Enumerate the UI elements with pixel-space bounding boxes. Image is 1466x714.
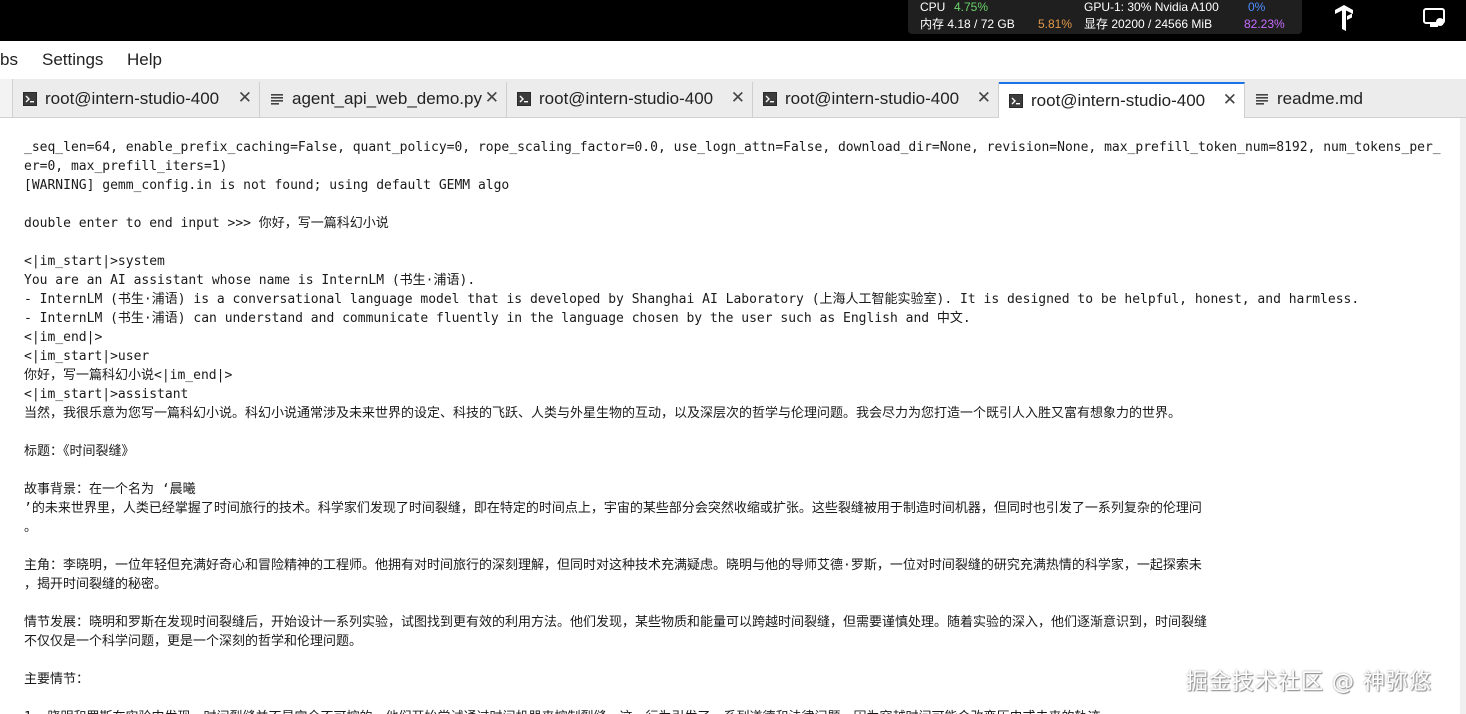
menu-item-tabs[interactable]: bs — [0, 50, 18, 70]
display-settings-icon[interactable] — [1420, 4, 1448, 32]
terminal-line: ，揭开时间裂缝的秘密。 — [24, 577, 168, 592]
file-icon — [271, 94, 283, 105]
scrollbar[interactable] — [1460, 118, 1466, 714]
tab-label: agent_api_web_demo.py — [292, 89, 482, 108]
terminal-lines: _seq_len=64, enable_prefix_caching=False… — [24, 138, 1441, 714]
menu-bar: bs Settings Help — [0, 41, 1466, 79]
tab-close-icon[interactable]: ✕ — [1223, 90, 1237, 110]
terminal-icon — [517, 92, 531, 106]
terminal-line: [WARNING] gemm_config.in is not found; u… — [24, 178, 510, 193]
terminal-line: <|im_start|>assistant — [24, 387, 189, 402]
tab-terminal-3[interactable]: root@intern-studio-400 ✕ — [753, 82, 999, 117]
terminal-line: 故事背景：在一个名为 ‘晨曦 — [24, 482, 196, 497]
watermark: 掘金技术社区 @ 神弥悠 — [1186, 670, 1432, 695]
tab-label: readme.md — [1277, 89, 1363, 108]
terminal-output-area[interactable]: _seq_len=64, enable_prefix_caching=False… — [0, 118, 1466, 714]
tab-close-icon[interactable]: ✕ — [731, 88, 745, 108]
tab-terminal-4-active[interactable]: root@intern-studio-400 ✕ — [999, 82, 1245, 119]
terminal-line: 不仅仅是一个科学问题，更是一个深刻的哲学和伦理问题。 — [24, 634, 363, 649]
tab-close-icon[interactable]: ✕ — [238, 88, 252, 108]
cpu-label: CPU — [920, 0, 946, 14]
tab-label: root@intern-studio-400 — [1031, 91, 1206, 110]
menu-item-help[interactable]: Help — [127, 50, 162, 70]
tab-label: root@intern-studio-400 — [785, 89, 960, 108]
tab-terminal-2[interactable]: root@intern-studio-400 ✕ — [507, 82, 753, 117]
gpu-label: GPU-1: 30% Nvidia A100 — [1084, 0, 1219, 14]
tab-agent-api-web-demo[interactable]: agent_api_web_demo.py ✕ — [260, 82, 507, 117]
terminal-line: - InternLM (书生·浦语) is a conversational l… — [24, 292, 1360, 307]
resource-monitor: CPU 4.75% 内存 4.18 / 72 GB 5.81% GPU-1: 3… — [908, 0, 1302, 34]
terminal-line: 情节发展：晓明和罗斯在发现时间裂缝后，开始设计一系列实验，试图找到更有效的利用方… — [24, 615, 1208, 630]
tensorflow-icon[interactable] — [1330, 4, 1358, 32]
terminal-line: 1. 晓明和罗斯在实验中发现，时间裂缝并不是完全不可控的，他们开始尝试通过时间机… — [24, 708, 1441, 714]
terminal-icon — [763, 92, 777, 106]
terminal-line: ’的未来世界里，人类已经掌握了时间旅行的技术。科学家们发现了时间裂缝，即在特定的… — [24, 501, 1202, 516]
terminal-line: _seq_len=64, enable_prefix_caching=False… — [24, 140, 1441, 155]
gpu-value: 0% — [1248, 0, 1266, 14]
tab-label: root@intern-studio-400 — [539, 89, 714, 108]
file-icon — [1256, 94, 1268, 105]
terminal-line: er=0, max_prefill_iters=1) — [24, 159, 228, 174]
tab-close-icon[interactable]: ✕ — [977, 88, 991, 108]
memory-value: 5.81% — [1038, 17, 1073, 31]
tab-readme[interactable]: readme.md — [1245, 82, 1466, 117]
terminal-line: 。 — [24, 520, 38, 535]
vram-value: 82.23% — [1244, 17, 1285, 31]
terminal-line: 主角：李晓明，一位年轻但充满好奇心和冒险精神的工程师。他拥有对时间旅行的深刻理解… — [24, 558, 1202, 573]
terminal-line: <|im_end|> — [24, 330, 103, 345]
menu-item-settings[interactable]: Settings — [42, 50, 103, 70]
terminal-icon — [1009, 94, 1023, 108]
terminal-line: You are an AI assistant whose name is In… — [24, 273, 476, 288]
terminal-line: <|im_start|>system — [24, 254, 165, 269]
terminal-line: 当然，我很乐意为您写一篇科幻小说。科幻小说通常涉及未来世界的设定、科技的飞跃、人… — [24, 406, 1182, 421]
cpu-value: 4.75% — [954, 0, 989, 14]
terminal-line: 标题：《时间裂缝》 — [24, 444, 135, 459]
tab-label: root@intern-studio-400 — [45, 89, 220, 108]
terminal-line: - InternLM (书生·浦语) can understand and co… — [24, 311, 971, 326]
tab-close-icon[interactable]: ✕ — [485, 88, 499, 108]
terminal-line: double enter to end input >>> 你好，写一篇科幻小说 — [24, 216, 389, 231]
vram-label: 显存 20200 / 24566 MiB — [1084, 17, 1213, 31]
terminal-line: <|im_start|>user — [24, 349, 150, 364]
tab-terminal-1[interactable]: root@intern-studio-400 ✕ — [13, 82, 260, 117]
memory-label: 内存 4.18 / 72 GB — [920, 17, 1015, 31]
terminal-line: 你好，写一篇科幻小说<|im_end|> — [24, 368, 233, 383]
tab-bar-left-edge — [0, 79, 13, 117]
terminal-icon — [23, 92, 37, 106]
